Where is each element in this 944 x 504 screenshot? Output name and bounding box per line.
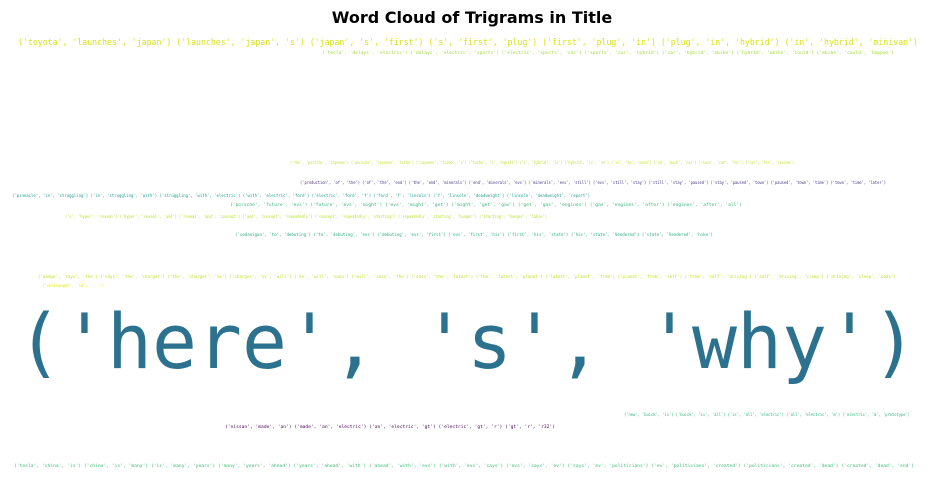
cloud-word: ('nissan', 'made', 'an') ('made', 'an', … (225, 424, 555, 430)
word-cloud: ('here', 's', 'why') ('toyota', 'launches… (12, 38, 918, 469)
cloud-word: ('tesla', 'china', 'is') ('china', 'is',… (14, 463, 914, 469)
cloud-word: ('porsche', 'future', 'evs') ('future', … (230, 202, 742, 207)
cloud-word: ('new', 'buick', 'is') ('buick', 'is', '… (624, 412, 910, 417)
cloud-word: ('toyota', 'launches', 'japan') ('launch… (18, 38, 918, 48)
cloud-word: ('production', 'of', 'the') ('of', 'the'… (300, 180, 886, 185)
cloud-word: ('volkswagen', 'id', '...') (42, 283, 104, 288)
cloud-word: ('the', 'porsche', 'cayenne') ('porsche'… (290, 160, 794, 165)
cloud-word: ('pinnacle', 'in', 'struggling') ('in', … (12, 193, 590, 198)
cloud-word: ('tesla', 'delays', 'electric') ('delays… (322, 50, 894, 56)
cloud-word: ('dodge', 'says', 'the') ('says', 'the',… (38, 274, 896, 280)
cloud-word: ('sedanigan', 'to', 'debuting') ('to', '… (235, 232, 713, 237)
cloud-word: ('here', 's', 'why') (17, 297, 917, 386)
cloud-word: ('s', 'hyper', 'reveal') ('hyper', 'reve… (65, 214, 547, 219)
